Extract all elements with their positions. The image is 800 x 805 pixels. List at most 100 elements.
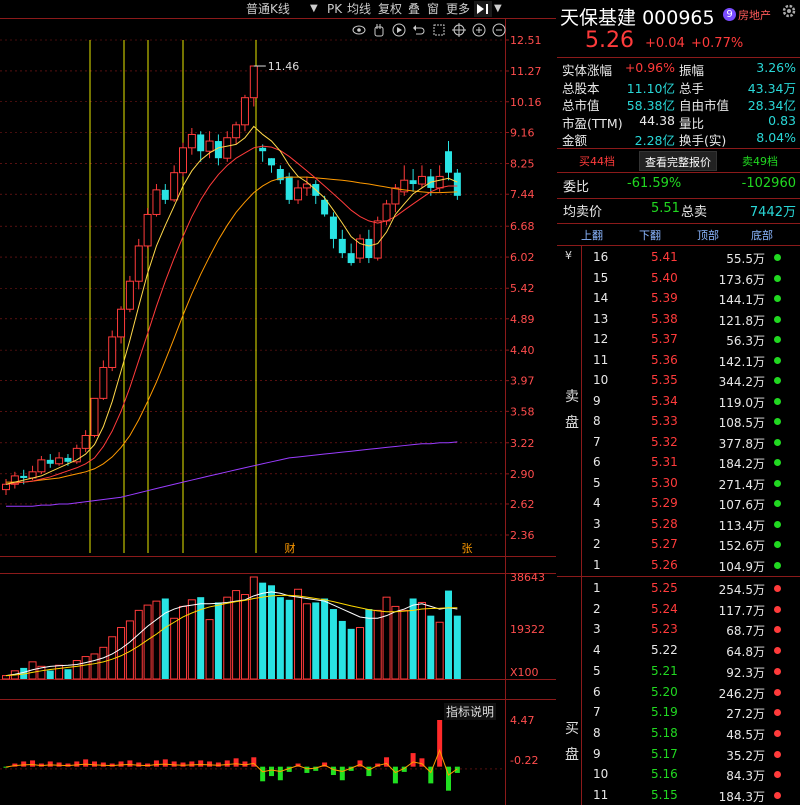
buy-order-row[interactable]: 5 5.21 92.3万 bbox=[557, 661, 800, 681]
sell-order-row[interactable]: 5 5.30 271.4万 bbox=[557, 473, 800, 493]
collapse-panel-icon[interactable] bbox=[474, 1, 492, 17]
buy-order-row[interactable]: 6 5.20 246.2万 bbox=[557, 682, 800, 702]
top-button[interactable]: 顶部 bbox=[697, 227, 719, 243]
buy-dot-icon bbox=[774, 667, 781, 675]
sell-order-row[interactable]: 6 5.31 184.2万 bbox=[557, 452, 800, 472]
ma20-line bbox=[6, 176, 458, 483]
indicator-bar bbox=[47, 761, 53, 767]
candle-body bbox=[294, 187, 303, 201]
level-volume: 92.3万 bbox=[726, 665, 765, 680]
indicator-bar bbox=[304, 766, 310, 773]
sell-order-row[interactable]: 11 5.36 142.1万 bbox=[557, 350, 800, 370]
zoom-out-icon[interactable] bbox=[492, 22, 506, 41]
badge-count[interactable]: 9 bbox=[723, 8, 736, 21]
sell-order-row[interactable]: 13 5.38 121.8万 bbox=[557, 309, 800, 329]
buy-order-row[interactable]: 9 5.17 35.2万 bbox=[557, 744, 800, 764]
page-up-button[interactable]: 上翻 bbox=[581, 227, 603, 243]
select-icon[interactable] bbox=[432, 22, 446, 41]
zoom-in-icon[interactable] bbox=[472, 22, 486, 41]
indicator-help[interactable]: 指标说明 bbox=[444, 703, 497, 720]
sell-order-row[interactable]: 4 5.29 107.6万 bbox=[557, 493, 800, 513]
buy-order-row[interactable]: 4 5.22 64.8万 bbox=[557, 640, 800, 660]
level-num: 7 bbox=[593, 434, 601, 449]
sell-order-row[interactable]: 9 5.34 119.0万 bbox=[557, 391, 800, 411]
candle-body bbox=[365, 238, 373, 259]
level-volume: 113.4万 bbox=[718, 518, 765, 533]
settings-gear-icon[interactable] bbox=[781, 3, 797, 23]
level-price: 5.22 bbox=[651, 643, 678, 658]
level-num: 9 bbox=[593, 746, 601, 761]
price-axis-label: 4.89 bbox=[510, 313, 535, 326]
more-button[interactable]: 更多 bbox=[446, 0, 470, 18]
volume-bar bbox=[232, 590, 241, 680]
sell-order-row[interactable]: 1 5.26 104.9万 bbox=[557, 555, 800, 575]
sell-order-row[interactable]: 2 5.27 152.6万 bbox=[557, 534, 800, 554]
ma-button[interactable]: 均线 bbox=[347, 0, 371, 18]
level-volume: 142.1万 bbox=[718, 354, 765, 369]
window-button[interactable]: 窗 bbox=[427, 0, 439, 18]
crosshair-icon[interactable] bbox=[452, 22, 466, 41]
indicator-bar bbox=[21, 761, 27, 767]
play-icon[interactable] bbox=[392, 22, 406, 41]
indicator-bar bbox=[260, 766, 266, 782]
sell-order-row[interactable]: 12 5.37 56.3万 bbox=[557, 329, 800, 349]
bottom-button[interactable]: 底部 bbox=[751, 227, 773, 243]
level-price: 5.34 bbox=[651, 393, 678, 408]
sell-order-row[interactable]: 10 5.35 344.2万 bbox=[557, 370, 800, 390]
sell-order-row[interactable]: 3 5.28 113.4万 bbox=[557, 514, 800, 534]
buy-order-row[interactable]: 2 5.24 117.7万 bbox=[557, 599, 800, 619]
undo-icon[interactable] bbox=[412, 22, 426, 41]
candle-body bbox=[46, 459, 54, 464]
volume-bar bbox=[214, 602, 222, 679]
period-select[interactable]: 普通K线 bbox=[246, 0, 306, 18]
book-header: 上翻 下翻 顶部 底部 bbox=[557, 227, 800, 243]
stat-label: 换手(实) bbox=[679, 133, 727, 148]
indicator-bar bbox=[330, 766, 336, 776]
stat-value: 58.38亿 bbox=[626, 98, 675, 113]
sell-order-row[interactable]: 8 5.33 108.5万 bbox=[557, 411, 800, 431]
sell-order-row[interactable]: 16 5.41 55.5万 bbox=[557, 247, 800, 267]
indicator-axis-max: 4.47 bbox=[510, 714, 535, 727]
ma5-line bbox=[5, 125, 458, 485]
indicator-bar bbox=[207, 761, 213, 767]
tab-full-quote[interactable]: 查看完整报价 bbox=[639, 151, 717, 171]
indicator-signal-line bbox=[5, 748, 458, 776]
sector-tag[interactable]: 房地产 bbox=[738, 7, 771, 23]
indicator-bar bbox=[392, 766, 398, 784]
buy-order-row[interactable]: 3 5.23 68.7万 bbox=[557, 619, 800, 639]
level-volume: 377.8万 bbox=[718, 436, 765, 451]
overlay-button[interactable]: 叠 bbox=[408, 0, 420, 18]
adjust-button[interactable]: 复权 bbox=[378, 0, 402, 18]
level-volume: 121.8万 bbox=[718, 313, 765, 328]
buy-order-row[interactable]: 10 5.16 84.3万 bbox=[557, 764, 800, 784]
level-volume: 35.2万 bbox=[726, 748, 765, 763]
tab-buy-levels[interactable]: 买44档 bbox=[579, 153, 615, 169]
page-down-button[interactable]: 下翻 bbox=[639, 227, 661, 243]
tab-full-quote-label: 查看完整报价 bbox=[645, 156, 711, 169]
kline-chart[interactable]: 12.51 11.27 10.16 9.16 8.25 7.44 6.68 6.02 5.42 4… bbox=[0, 0, 556, 805]
volume-bar bbox=[2, 675, 10, 680]
buy-order-row[interactable]: 7 5.19 27.2万 bbox=[557, 702, 800, 722]
toolbar-dropdown-icon[interactable]: ▼ bbox=[494, 0, 502, 18]
hand-icon[interactable] bbox=[372, 22, 386, 41]
sell-order-row[interactable]: 15 5.40 173.6万 bbox=[557, 268, 800, 288]
volume-bar bbox=[338, 620, 346, 679]
stat-label: 量比 bbox=[679, 115, 705, 131]
level-price: 5.17 bbox=[651, 746, 678, 761]
chart-area[interactable]: 12.51 11.27 10.16 9.16 8.25 7.44 6.68 6.02 5.42 4… bbox=[0, 0, 556, 805]
candle-body bbox=[108, 336, 117, 368]
period-dropdown-arrow[interactable]: ▼ bbox=[310, 0, 318, 18]
tab-sell-levels[interactable]: 卖49档 bbox=[742, 153, 778, 169]
sell-order-row[interactable]: 14 5.39 144.1万 bbox=[557, 288, 800, 308]
sell-order-row[interactable]: 7 5.32 377.8万 bbox=[557, 432, 800, 452]
buy-order-row[interactable]: 8 5.18 48.5万 bbox=[557, 723, 800, 743]
level-volume: 56.3万 bbox=[726, 334, 765, 348]
buy-order-row[interactable]: 1 5.25 254.5万 bbox=[557, 578, 800, 598]
level-price: 5.21 bbox=[651, 663, 678, 678]
pk-button[interactable]: PK bbox=[327, 0, 342, 18]
eye-icon[interactable] bbox=[352, 22, 366, 41]
level-price: 5.38 bbox=[651, 311, 678, 326]
buy-order-row[interactable]: 11 5.15 184.3万 bbox=[557, 785, 800, 805]
sell-dot-icon bbox=[774, 438, 781, 446]
level-num: 9 bbox=[593, 393, 601, 408]
